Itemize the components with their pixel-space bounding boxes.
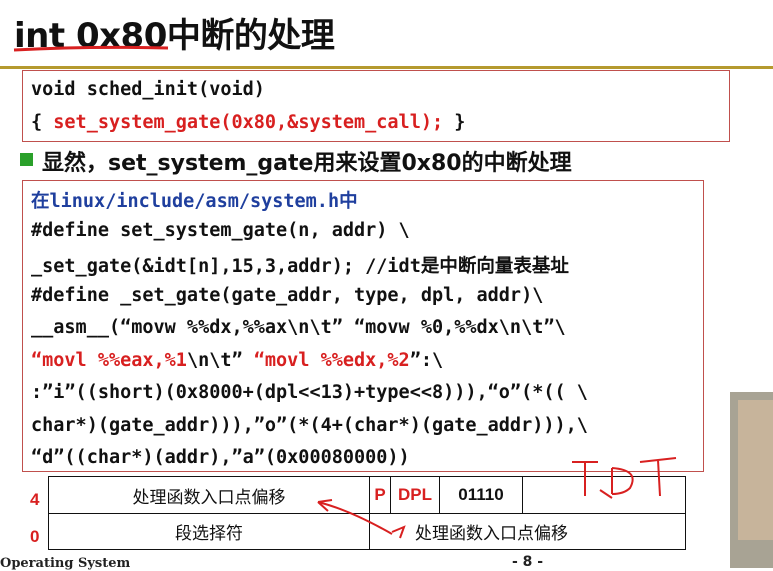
code-line-6: “movl %%eax,%1\n\t” “movl %%edx,%2”:\ [31,350,444,371]
code-line-sched-init: void sched_init(void) [31,79,265,100]
cell-offset-high: 处理函数入口点偏移 [49,477,370,514]
title-divider [0,66,773,69]
code-line-9: “d”((char*)(addr),”a”(0x00080000)) [31,447,410,468]
set-system-gate-call: set_system_gate(0x80,&system_call); [53,112,444,133]
footer-course: Operating System [0,556,131,571]
idt-descriptor-table: 处理函数入口点偏移 P DPL 01110 段选择符 处理函数入口点偏移 [48,476,686,550]
code-line-3: _set_gate(&idt[n],15,3,addr); //idt是中断向量… [31,256,569,277]
cell-offset-low: 处理函数入口点偏移 [415,524,568,544]
presenter-figure [738,400,773,540]
cell-type: 01110 [440,477,523,514]
code-line-5: __asm__(“movw %%dx,%%ax\n\t” “movw %0,%%… [31,317,566,338]
row-bit-0-label: 0 [30,527,40,546]
cell-p: P [370,477,391,514]
code-line-4: #define _set_gate(gate_addr, type, dpl, … [31,285,544,306]
cell-selector: 段选择符 [49,514,370,549]
code-line-8: char*)(gate_addr))),”o”(*(4+(char*)(gate… [31,415,588,436]
bullet-text: 显然，set_system_gate用来设置0x80的中断处理 [42,151,572,176]
code-line-1: 在linux/include/asm/system.h中 [31,191,358,212]
code-line-7: :”i”((short)(0x8000+(dpl<<13)+type<<8)))… [31,382,588,403]
bullet-square-icon [20,153,33,166]
code-line-gate-call: { set_system_gate(0x80,&system_call); } [31,112,466,133]
sched-init-code-box: void sched_init(void) { set_system_gate(… [22,70,730,142]
cell-reserved [523,477,685,514]
code-line-2: #define set_system_gate(n, addr) \ [31,220,410,241]
page-title: int 0x80中断的处理 [14,16,335,56]
row-bit-4-label: 4 [30,490,40,509]
cell-dpl: DPL [391,477,440,514]
system-h-code-box: 在linux/include/asm/system.h中 #define set… [22,180,704,472]
